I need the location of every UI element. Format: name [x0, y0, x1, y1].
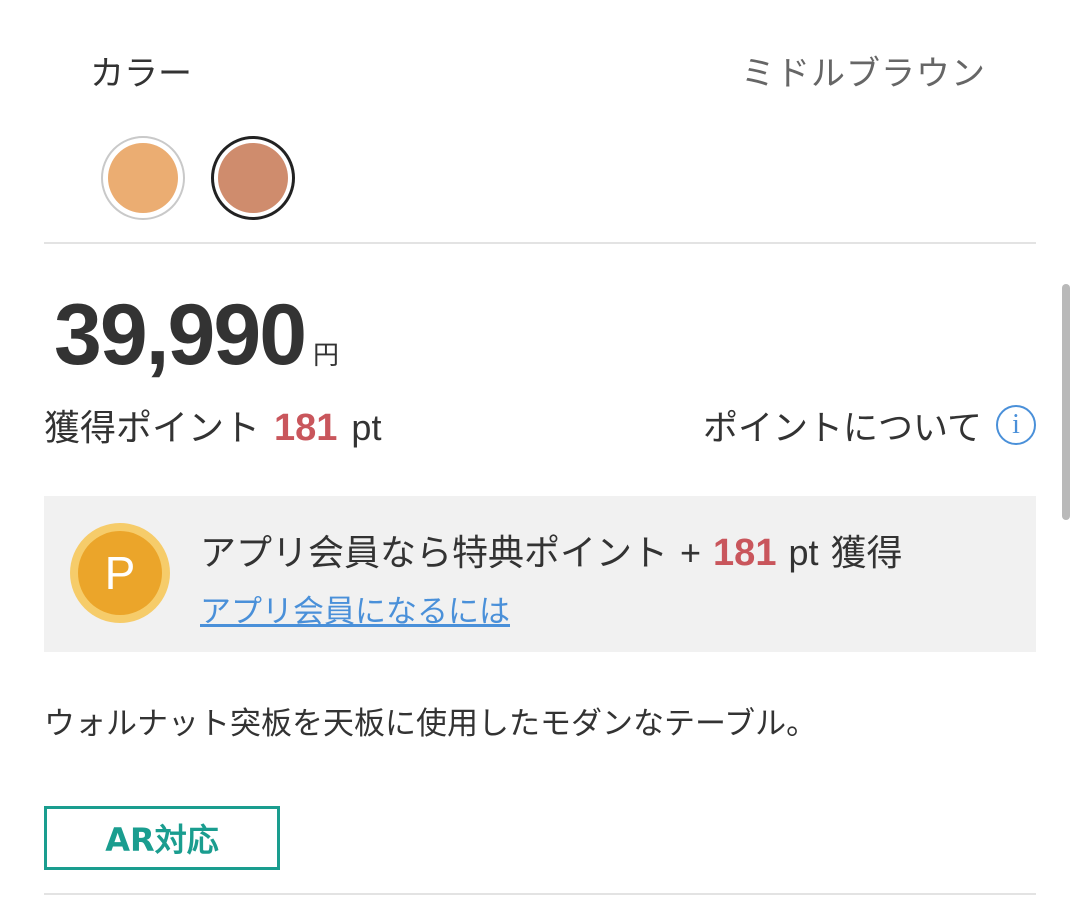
color-swatch-light-brown[interactable] — [101, 136, 185, 220]
swatch-fill — [218, 143, 288, 213]
points-row: 獲得ポイント 181 pt ポイントについて i — [44, 400, 1036, 450]
app-member-bonus-plus: + — [680, 532, 702, 573]
ar-supported-badge: AR対応 — [44, 806, 280, 870]
color-selector-header: カラー ミドルブラウン — [44, 40, 986, 100]
app-member-bonus-prefix: アプリ会員なら特典ポイント — [200, 533, 669, 574]
divider — [44, 242, 1036, 244]
selected-color-name: ミドルブラウン — [741, 53, 986, 94]
app-member-bonus-unit: pt — [788, 532, 819, 573]
color-swatch-middle-brown[interactable] — [211, 136, 295, 220]
price-amount: 39,990 — [54, 287, 307, 383]
earned-points-label: 獲得ポイント — [44, 408, 261, 449]
color-swatches — [101, 136, 295, 220]
price: 39,990 円 — [54, 286, 339, 385]
become-app-member-link[interactable]: アプリ会員になるには — [200, 586, 510, 631]
about-points-link[interactable]: ポイントについて i — [703, 400, 1036, 451]
app-member-banner: P アプリ会員なら特典ポイント + 181 pt 獲得 アプリ会員になるには — [44, 496, 1036, 652]
about-points-label: ポイントについて — [703, 408, 982, 449]
info-circle-icon: i — [996, 405, 1036, 445]
app-member-bonus-suffix: 獲得 — [830, 533, 903, 574]
price-currency: 円 — [313, 341, 340, 371]
earned-points-unit: pt — [351, 407, 382, 448]
swatch-fill — [108, 143, 178, 213]
earned-points: 獲得ポイント 181 pt — [44, 399, 381, 451]
app-member-bonus-text: アプリ会員なら特典ポイント + 181 pt 獲得 — [200, 524, 903, 576]
point-coin-icon: P — [70, 523, 170, 623]
app-member-bonus-points: 181 — [713, 532, 777, 574]
earned-points-value: 181 — [274, 407, 338, 449]
point-coin-letter: P — [78, 531, 162, 615]
product-description: ウォルナット突板を天板に使用したモダンなテーブル。 — [44, 706, 818, 742]
color-label: カラー — [90, 53, 192, 94]
divider — [44, 893, 1036, 895]
scrollbar[interactable] — [1062, 284, 1070, 520]
